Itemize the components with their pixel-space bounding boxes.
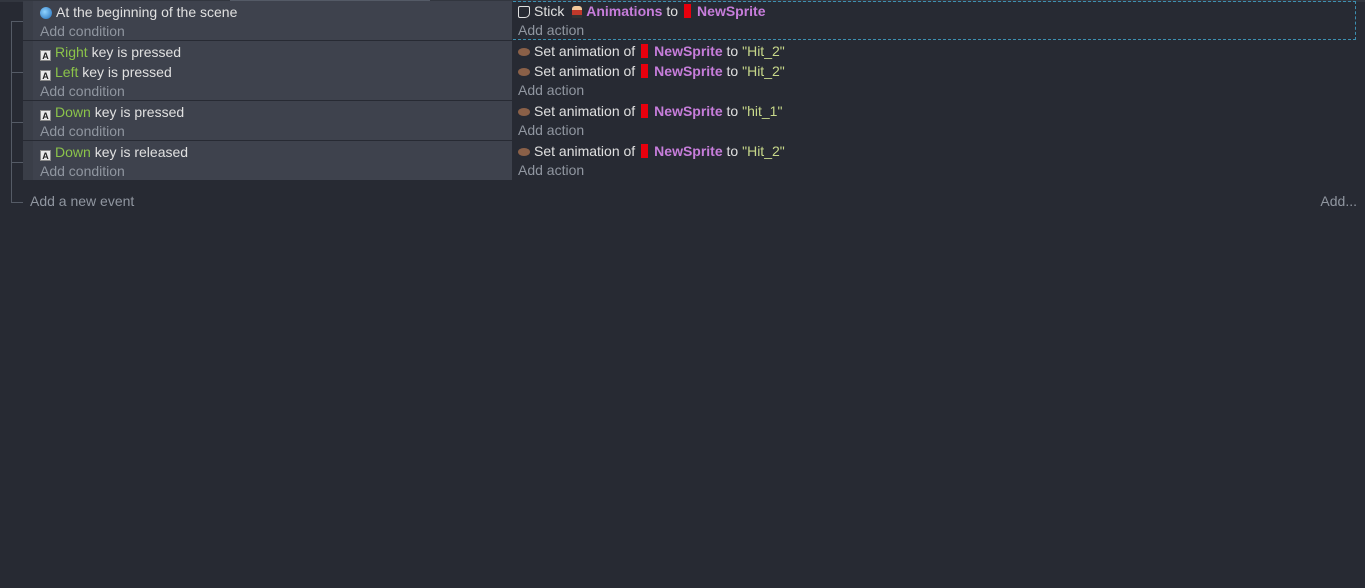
conditions-panel[interactable]: A Right key is pressed A Left key is press… [33, 41, 512, 100]
action-item[interactable]: Set animation of NewSprite to "hit_1" [518, 101, 782, 121]
actions-panel[interactable]: Set animation of NewSprite to "Hit_2" Add… [512, 141, 1356, 180]
action-item[interactable]: Set animation of NewSprite to "Hit_2" [518, 41, 785, 61]
action-connector: to [726, 43, 739, 59]
conditions-panel[interactable]: A Down key is pressed Add condition [33, 101, 512, 140]
condition-item[interactable]: A Down key is pressed [40, 102, 184, 122]
action-item[interactable]: Stick Animations to NewSprite [518, 1, 766, 21]
add-condition-button[interactable]: Add condition [40, 161, 125, 181]
condition-text: key is released [94, 144, 189, 160]
event-handle[interactable] [23, 141, 33, 180]
condition-item[interactable]: A Down key is released [40, 142, 188, 162]
add-action-button[interactable]: Add action [518, 120, 584, 140]
action-prefix: Set animation of [534, 103, 636, 119]
action-prefix: Stick [534, 3, 565, 19]
tree-branch [11, 202, 23, 203]
sprite-object-icon [641, 44, 649, 58]
sprite-object-icon [684, 4, 692, 18]
object-name: NewSprite [654, 103, 723, 119]
object-name: NewSprite [654, 43, 723, 59]
conditions-panel[interactable]: At the beginning of the scene Add condit… [33, 1, 512, 40]
scene-icon [40, 7, 52, 19]
animation-value: "Hit_2" [742, 43, 785, 59]
set-animation-icon [518, 108, 530, 116]
add-new-event-button[interactable]: Add a new event [30, 192, 134, 210]
actions-panel[interactable]: Set animation of NewSprite to "Hit_2" Set… [512, 41, 1356, 100]
sprite-object-icon [641, 104, 649, 118]
action-prefix: Set animation of [534, 43, 636, 59]
add-condition-button[interactable]: Add condition [40, 121, 125, 141]
set-animation-icon [518, 68, 530, 76]
condition-item[interactable]: A Right key is pressed [40, 42, 181, 62]
action-item[interactable]: Set animation of NewSprite to "Hit_2" [518, 141, 785, 161]
event-handle[interactable] [23, 41, 33, 100]
key-name: Down [55, 104, 91, 120]
event-row[interactable]: A Down key is released Add condition Set … [23, 141, 1356, 180]
actions-panel[interactable]: Set animation of NewSprite to "hit_1" Add… [512, 101, 1356, 140]
set-animation-icon [518, 48, 530, 56]
actions-panel[interactable]: Stick Animations to NewSprite Add action [512, 1, 1356, 40]
add-menu-button[interactable]: Add... [1320, 192, 1357, 210]
add-action-button[interactable]: Add action [518, 20, 584, 40]
condition-text: key is pressed [94, 104, 185, 120]
key-name: Left [55, 64, 79, 80]
key-name: Right [55, 44, 88, 60]
action-connector: to [726, 103, 739, 119]
tree-branch [11, 72, 23, 73]
animation-value: "Hit_2" [742, 143, 785, 159]
add-condition-button[interactable]: Add condition [40, 21, 125, 41]
tree-line [11, 21, 12, 202]
action-prefix: Set animation of [534, 63, 636, 79]
add-action-button[interactable]: Add action [518, 80, 584, 100]
animation-value: "hit_1" [742, 103, 783, 119]
condition-item[interactable]: A Left key is pressed [40, 62, 172, 82]
condition-text: At the beginning of the scene [56, 4, 238, 20]
object-name: NewSprite [697, 3, 766, 19]
condition-item[interactable]: At the beginning of the scene [40, 2, 237, 22]
conditions-panel[interactable]: A Down key is released Add condition [33, 141, 512, 180]
tree-branch [11, 122, 23, 123]
action-item[interactable]: Set animation of NewSprite to "Hit_2" [518, 61, 785, 81]
add-action-button[interactable]: Add action [518, 160, 584, 180]
event-handle[interactable] [23, 1, 33, 40]
object-name: NewSprite [654, 143, 723, 159]
object-name: Animations [586, 3, 663, 19]
add-condition-button[interactable]: Add condition [40, 81, 125, 101]
character-object-icon [572, 6, 583, 18]
keyboard-icon: A [40, 110, 51, 121]
action-prefix: Set animation of [534, 143, 636, 159]
object-name: NewSprite [654, 63, 723, 79]
condition-text: key is pressed [91, 44, 182, 60]
action-connector: to [726, 63, 739, 79]
keyboard-icon: A [40, 50, 51, 61]
event-row[interactable]: A Right key is pressed A Left key is press… [23, 41, 1356, 100]
condition-text: key is pressed [82, 64, 172, 80]
sprite-object-icon [641, 64, 649, 78]
keyboard-icon: A [40, 150, 51, 161]
action-connector: to [726, 143, 739, 159]
event-row[interactable]: At the beginning of the scene Add condit… [23, 1, 1356, 40]
animation-value: "Hit_2" [742, 63, 785, 79]
tree-branch [11, 162, 23, 163]
key-name: Down [55, 144, 91, 160]
event-row[interactable]: A Down key is pressed Add condition Set a… [23, 101, 1356, 140]
tree-branch [11, 21, 23, 22]
sprite-object-icon [641, 144, 649, 158]
event-handle[interactable] [23, 101, 33, 140]
action-connector: to [666, 3, 679, 19]
set-animation-icon [518, 148, 530, 156]
stick-icon [518, 6, 530, 18]
keyboard-icon: A [40, 70, 51, 81]
